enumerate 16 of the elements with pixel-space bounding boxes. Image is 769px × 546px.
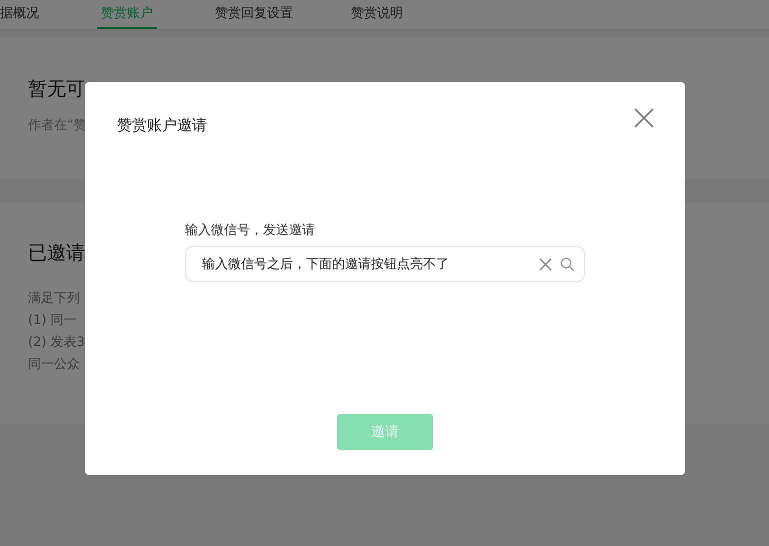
rule-text: 满足下列 [28, 290, 80, 308]
section-description: 作者在“赞 [28, 117, 87, 134]
close-icon[interactable] [634, 108, 654, 128]
rule-text: (1) 同一 [28, 312, 77, 330]
tab[interactable]: 赞赏回复设置 [215, 0, 293, 29]
rule-text: 同一公众 [28, 356, 80, 374]
tab[interactable]: 赞赏说明 [351, 0, 403, 29]
wechat-id-field[interactable]: 输入微信号之后，下面的邀请按钮点亮不了 [185, 246, 585, 282]
clear-icon[interactable] [539, 258, 552, 271]
search-icon[interactable] [560, 257, 575, 272]
section-title: 已邀请 [28, 241, 85, 266]
rule-text: (2) 发表3 [28, 334, 85, 352]
section-title: 暂无可 [28, 77, 85, 102]
field-label: 输入微信号，发送邀请 [185, 222, 316, 239]
dialog-title: 赞赏账户邀请 [117, 116, 207, 135]
tab[interactable]: 据概况 [0, 0, 39, 29]
